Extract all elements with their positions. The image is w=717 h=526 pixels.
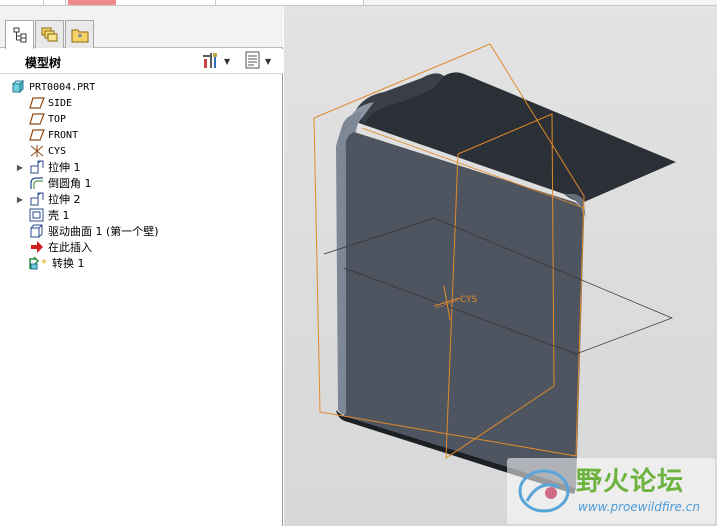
- tree-item-label: PRT0004.PRT: [29, 81, 96, 93]
- list-icon: [244, 51, 262, 72]
- tree-item-conversion-1[interactable]: * 转换 1: [29, 255, 85, 271]
- tree-item-label: 驱动曲面 1 (第一个壁): [48, 225, 159, 238]
- model-tree-tab[interactable]: [5, 20, 34, 49]
- tree-item-extrude-1[interactable]: ▶ 拉伸 1: [17, 159, 81, 175]
- favorites-icon: *: [71, 27, 89, 43]
- svg-text:*: *: [41, 257, 47, 270]
- tree-item-label: SIDE: [48, 97, 73, 109]
- coordinate-system-icon: [29, 144, 45, 158]
- tree-item-label: 拉伸 1: [48, 161, 81, 174]
- settings-dropdown-button[interactable]: ▼: [201, 52, 230, 71]
- chevron-down-icon: ▼: [224, 57, 231, 66]
- tree-item-shell-1[interactable]: 壳 1: [29, 207, 70, 223]
- surface-icon: [29, 224, 45, 238]
- tree-item-side[interactable]: SIDE: [29, 95, 72, 111]
- tree-item-front[interactable]: FRONT: [29, 127, 78, 143]
- model-viewport[interactable]: CYS: [284, 6, 717, 526]
- graphics-window[interactable]: CYS: [284, 6, 717, 526]
- top-tab[interactable]: [216, 0, 364, 5]
- datum-plane-icon: [29, 128, 45, 142]
- show-dropdown-button[interactable]: ▼: [244, 51, 272, 72]
- tools-icon: [201, 51, 221, 72]
- tree-item-insert-here[interactable]: 在此插入: [29, 239, 92, 255]
- watermark-logo: [518, 469, 570, 513]
- model-tree-header: 模型树 ▼ ▼: [0, 49, 283, 74]
- tree-item-round-1[interactable]: 倒圆角 1: [29, 175, 92, 191]
- tree-item-label: TOP: [48, 113, 67, 125]
- tree-item-label: 倒圆角 1: [48, 177, 92, 190]
- folder-browser-tab[interactable]: [35, 20, 64, 48]
- model-tree-icon: [12, 27, 28, 43]
- expand-arrow-icon[interactable]: ▶: [15, 159, 25, 175]
- chevron-down-icon: ▼: [265, 57, 272, 66]
- tree-item-label: 拉伸 2: [48, 193, 81, 206]
- datum-plane-icon: [29, 96, 45, 110]
- top-tab[interactable]: [44, 0, 66, 5]
- insert-arrow-icon: [29, 240, 45, 254]
- part-icon: [10, 80, 26, 94]
- folder-icon: [41, 27, 59, 43]
- tree-item-cys[interactable]: CYS: [29, 143, 66, 159]
- tree-item-extrude-2[interactable]: ▶ 拉伸 2: [17, 191, 81, 207]
- tree-item-label: FRONT: [48, 129, 79, 141]
- tree-item-label: 转换 1: [52, 257, 85, 270]
- top-tab[interactable]: [0, 0, 44, 5]
- expand-arrow-icon[interactable]: ▶: [15, 191, 25, 207]
- watermark-title: 野火论坛: [576, 467, 685, 497]
- coordinate-system-label: CYS: [460, 295, 478, 305]
- shell-icon: [29, 208, 45, 222]
- tree-item-label: 在此插入: [48, 241, 92, 254]
- tree-item-part[interactable]: PRT0004.PRT: [10, 79, 95, 95]
- datum-plane-icon: [29, 112, 45, 126]
- tree-item-label: CYS: [48, 145, 67, 157]
- top-tab[interactable]: [116, 0, 216, 5]
- svg-text:*: *: [77, 33, 82, 43]
- extrude-icon: [29, 192, 45, 206]
- model-tree-title: 模型树: [25, 56, 62, 70]
- extrude-icon: [29, 160, 45, 174]
- tree-item-top[interactable]: TOP: [29, 111, 66, 127]
- navigator-tabs: *: [0, 6, 283, 49]
- favorites-tab[interactable]: *: [65, 20, 94, 48]
- watermark-url: www.proewildfire.cn: [578, 500, 700, 514]
- tree-item-driving-surface[interactable]: 驱动曲面 1 (第一个壁): [29, 223, 159, 239]
- conversion-icon: *: [29, 256, 49, 270]
- navigator-panel: * 模型树 ▼ ▼ PRT0004.PRT SIDE TOP FRONT CYS…: [0, 6, 283, 526]
- top-tab-active[interactable]: [68, 0, 116, 5]
- round-icon: [29, 176, 45, 190]
- tree-item-label: 壳 1: [48, 209, 70, 222]
